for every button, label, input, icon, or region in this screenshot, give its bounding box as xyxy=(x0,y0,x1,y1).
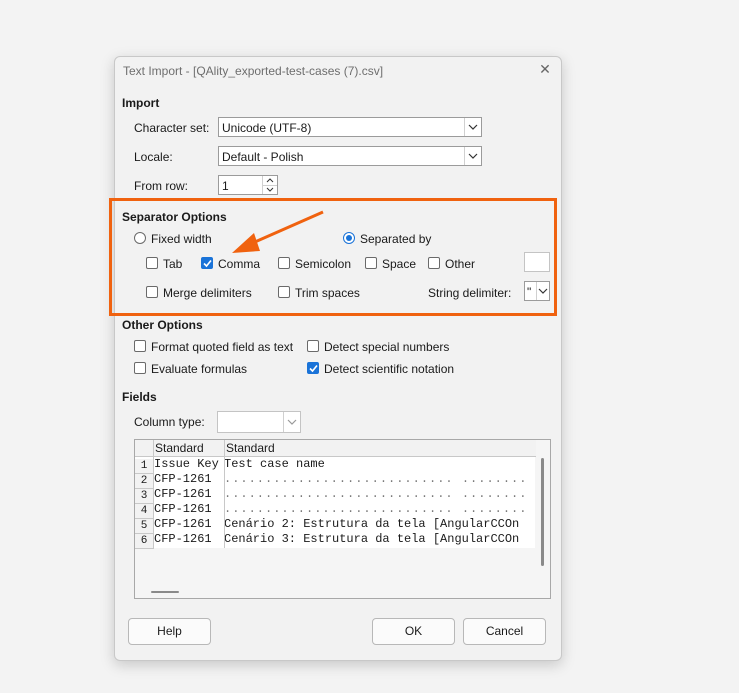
table-cell: Cenário 2: Estrutura da tela [AngularCCO… xyxy=(224,517,520,531)
row-number: 2 xyxy=(135,474,154,489)
table-cell: ............................ ........ xyxy=(224,487,528,501)
horizontal-scrollbar[interactable] xyxy=(151,591,179,593)
detect-scientific-checkbox[interactable] xyxy=(307,362,319,374)
evaluate-formulas-checkbox[interactable] xyxy=(134,362,146,374)
spin-down-icon[interactable] xyxy=(262,185,277,194)
row-number: 3 xyxy=(135,489,154,504)
table-corner xyxy=(135,440,154,457)
row-number: 4 xyxy=(135,504,154,519)
table-cell: Test case name xyxy=(224,457,325,471)
row-number: 1 xyxy=(135,459,154,474)
table-cell: CFP-1261 xyxy=(154,487,212,501)
import-heading: Import xyxy=(122,96,160,110)
format-quoted-label[interactable]: Format quoted field as text xyxy=(151,340,293,354)
locale-value: Default - Polish xyxy=(222,150,304,164)
table-cell: CFP-1261 xyxy=(154,472,212,486)
chevron-down-icon[interactable] xyxy=(283,412,300,432)
evaluate-formulas-label[interactable]: Evaluate formulas xyxy=(151,362,247,376)
row-number: 5 xyxy=(135,519,154,534)
charset-label: Character set: xyxy=(134,121,210,135)
column-type-combobox[interactable] xyxy=(217,411,301,433)
dialog-title: Text Import - [QAlity_exported-test-case… xyxy=(123,64,384,78)
table-cell: CFP-1261 xyxy=(154,517,212,531)
table-cell: CFP-1261 xyxy=(154,502,212,516)
from-row-spinbox[interactable]: 1 xyxy=(218,175,278,195)
check-icon xyxy=(309,364,318,373)
annotation-highlight-box xyxy=(109,198,557,316)
chevron-down-icon[interactable] xyxy=(464,118,481,136)
fields-preview-table[interactable]: Standard Standard 1 Issue Key Test case … xyxy=(134,439,551,599)
table-cell: CFP-1261 xyxy=(154,532,212,546)
detect-special-checkbox[interactable] xyxy=(307,340,319,352)
locale-label: Locale: xyxy=(134,150,173,164)
column-header[interactable]: Standard xyxy=(154,440,226,457)
column-divider xyxy=(224,440,225,548)
help-button[interactable]: Help xyxy=(128,618,211,645)
table-cell: Issue Key xyxy=(154,457,219,471)
from-row-value: 1 xyxy=(222,179,229,193)
column-header[interactable]: Standard xyxy=(225,440,536,457)
table-cell: Cenário 3: Estrutura da tela [AngularCCO… xyxy=(224,532,520,546)
other-options-heading: Other Options xyxy=(122,318,203,332)
ok-button[interactable]: OK xyxy=(372,618,455,645)
chevron-down-icon[interactable] xyxy=(464,147,481,165)
table-cell: ............................ ........ xyxy=(224,502,528,516)
locale-combobox[interactable]: Default - Polish xyxy=(218,146,482,166)
annotation-arrow-icon xyxy=(232,210,324,253)
detect-scientific-label[interactable]: Detect scientific notation xyxy=(324,362,454,376)
fields-heading: Fields xyxy=(122,390,157,404)
from-row-label: From row: xyxy=(134,179,188,193)
close-icon[interactable]: ✕ xyxy=(538,62,552,76)
charset-combobox[interactable]: Unicode (UTF-8) xyxy=(218,117,482,137)
format-quoted-checkbox[interactable] xyxy=(134,340,146,352)
vertical-scrollbar[interactable] xyxy=(541,458,544,566)
charset-value: Unicode (UTF-8) xyxy=(222,121,312,135)
table-cell: ............................ ........ xyxy=(224,472,528,486)
row-number: 6 xyxy=(135,534,154,549)
detect-special-label[interactable]: Detect special numbers xyxy=(324,340,449,354)
column-divider xyxy=(153,457,154,548)
column-type-label: Column type: xyxy=(134,415,205,429)
cancel-button[interactable]: Cancel xyxy=(463,618,546,645)
